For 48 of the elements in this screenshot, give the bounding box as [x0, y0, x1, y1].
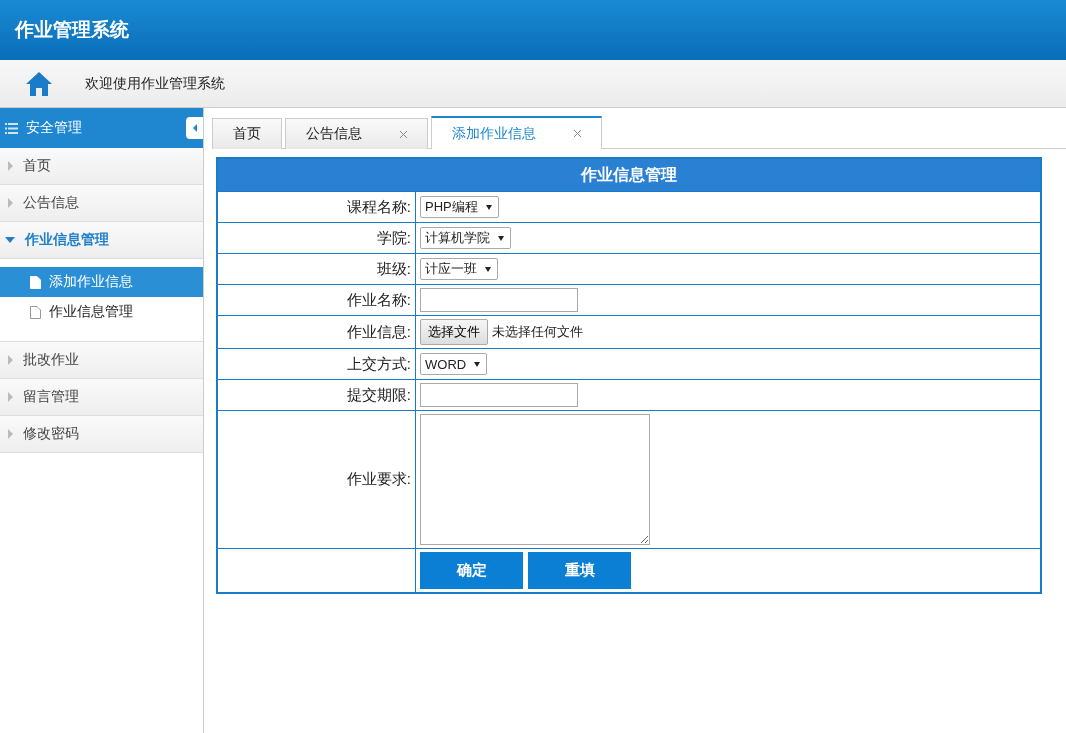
input-field[interactable] — [420, 288, 578, 312]
welcome-text: 欢迎使用作业管理系统 — [85, 74, 225, 93]
choose-file-button[interactable]: 选择文件 — [420, 319, 488, 345]
file-status: 未选择任何文件 — [492, 324, 583, 339]
sidebar-title: 安全管理 — [26, 119, 82, 137]
field-label: 提交期限: — [217, 379, 416, 411]
dropdown[interactable]: 计算机学院 — [420, 227, 511, 249]
caret-icon — [8, 355, 13, 365]
form-title: 作业信息管理 — [217, 158, 1041, 192]
field-label: 作业要求: — [217, 410, 416, 549]
caret-icon — [8, 392, 13, 402]
text-area[interactable] — [420, 414, 650, 545]
sidebar-group[interactable]: 作业信息管理 — [0, 222, 203, 259]
close-icon[interactable] — [400, 130, 407, 138]
sidebar-group[interactable]: 首页 — [0, 148, 203, 185]
dropdown[interactable]: PHP编程 — [420, 196, 499, 218]
document-icon — [30, 305, 41, 319]
field-label: 作业信息: — [217, 315, 416, 349]
caret-icon — [192, 124, 197, 132]
caret-icon — [8, 429, 13, 439]
sidebar-item[interactable]: 添加作业信息 — [0, 267, 203, 297]
close-icon[interactable] — [574, 130, 581, 137]
collapse-button[interactable] — [186, 117, 203, 139]
sidebar-group[interactable]: 公告信息 — [0, 185, 203, 222]
caret-icon — [5, 237, 15, 243]
field-label: 课程名称: — [217, 191, 416, 223]
input-field[interactable] — [420, 383, 578, 407]
field-label: 班级: — [217, 253, 416, 285]
caret-icon — [8, 161, 13, 171]
list-icon — [5, 122, 18, 134]
sidebar-item[interactable]: 作业信息管理 — [0, 297, 203, 327]
home-icon[interactable] — [25, 70, 53, 97]
field-label: 学院: — [217, 222, 416, 254]
tab[interactable]: 公告信息 — [285, 118, 428, 149]
dropdown[interactable]: WORD — [420, 353, 488, 375]
caret-icon — [8, 198, 13, 208]
form-button[interactable]: 确定 — [420, 552, 523, 589]
field-label: 上交方式: — [217, 348, 416, 380]
sidebar-group[interactable]: 修改密码 — [0, 416, 203, 453]
tab[interactable]: 添加作业信息 — [431, 116, 602, 149]
dropdown[interactable]: 计应一班 — [420, 258, 498, 280]
app-title: 作业管理系统 — [15, 18, 129, 42]
field-label: 作业名称: — [217, 284, 416, 316]
document-icon — [30, 275, 41, 289]
form-button[interactable]: 重填 — [528, 552, 631, 589]
sidebar-group[interactable]: 留言管理 — [0, 379, 203, 416]
sidebar-group[interactable]: 批改作业 — [0, 342, 203, 379]
tab[interactable]: 首页 — [212, 118, 282, 149]
